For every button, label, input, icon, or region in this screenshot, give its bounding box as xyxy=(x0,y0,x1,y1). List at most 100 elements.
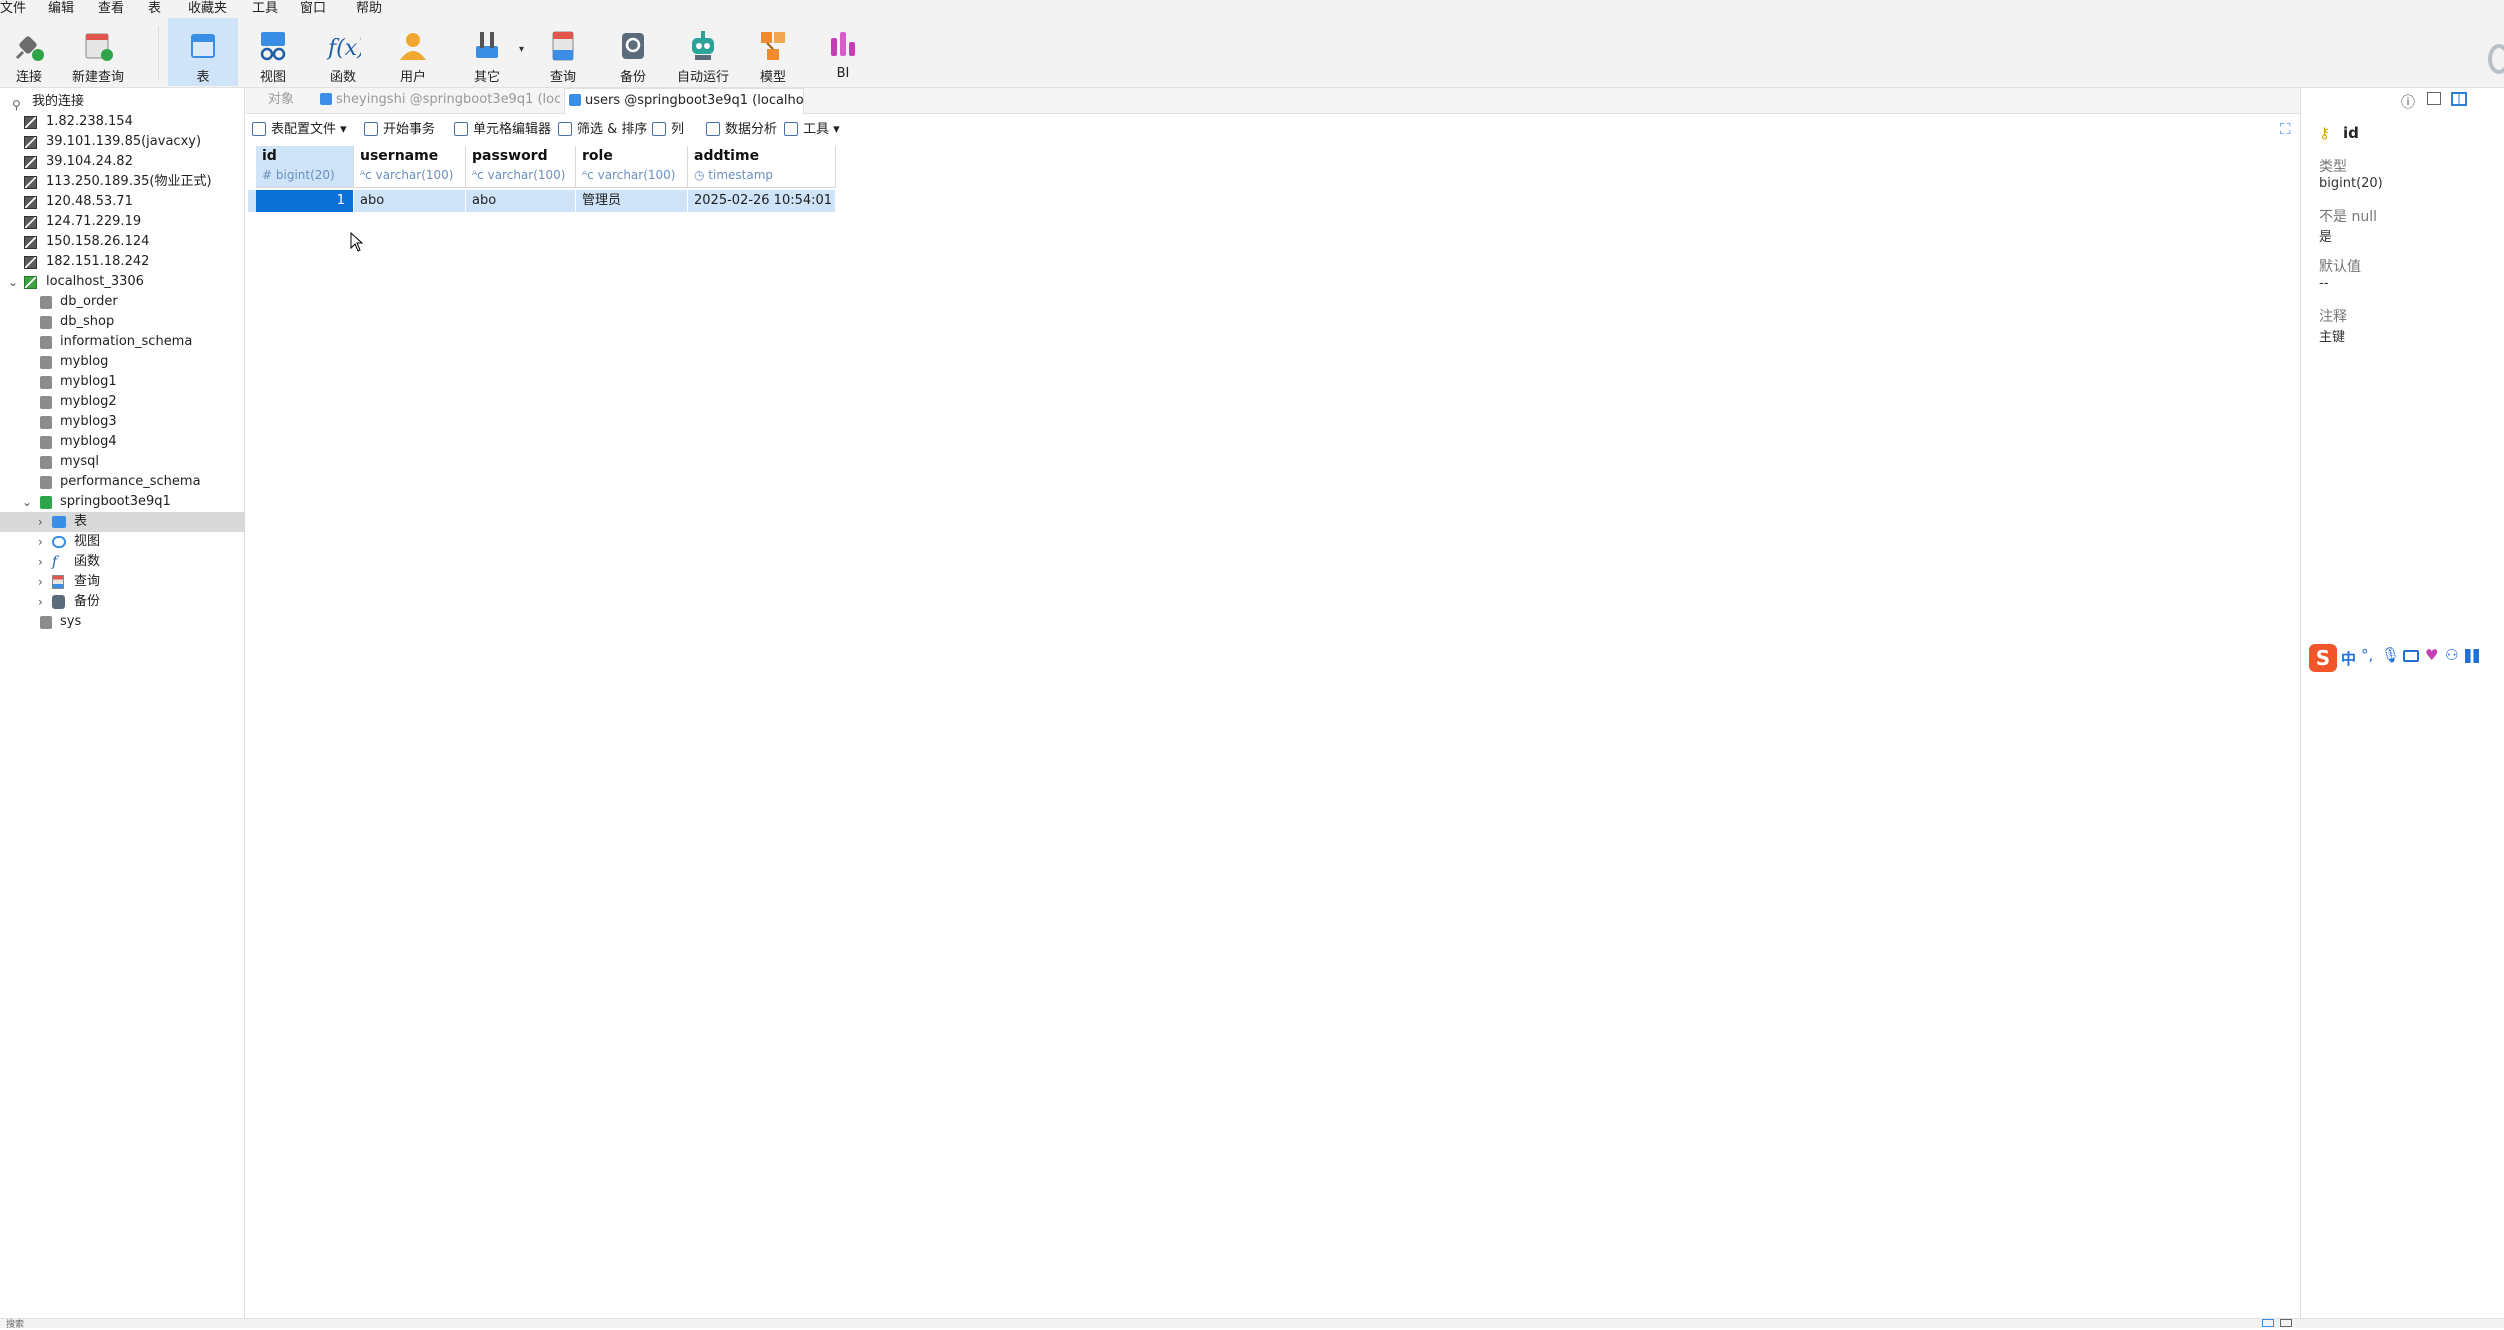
database-icon xyxy=(40,356,52,369)
table-profile-button[interactable]: 表配置文件 ▾ xyxy=(252,120,347,140)
chevron-down-icon[interactable]: ⌄ xyxy=(22,492,32,512)
toolbar-autorun-button[interactable]: 自动运行 xyxy=(668,18,738,86)
tree-database[interactable]: db_shop xyxy=(0,312,245,332)
keyboard-icon[interactable] xyxy=(2403,650,2419,662)
tree-database[interactable]: performance_schema xyxy=(0,472,245,492)
tree-connection[interactable]: 39.101.139.85(javacxy) xyxy=(0,132,245,152)
tree-database[interactable]: myblog3 xyxy=(0,412,245,432)
menu-file[interactable]: 文件 xyxy=(0,1,26,17)
tree-connection[interactable]: 1.82.238.154 xyxy=(0,112,245,132)
toolbar-query-button[interactable]: 查询 xyxy=(528,18,598,86)
table-cell-role[interactable]: 管理员 xyxy=(576,190,688,212)
table-cell-addtime[interactable]: 2025-02-26 10:54:01 xyxy=(688,190,836,212)
tree-connection-localhost[interactable]: ⌄ localhost_3306 xyxy=(0,272,245,292)
tree-node-functions[interactable]: › f 函数 xyxy=(0,552,245,572)
info-icon[interactable]: ⓘ xyxy=(2401,92,2415,112)
begin-transaction-button[interactable]: 开始事务 xyxy=(364,120,435,140)
data-analysis-button[interactable]: 数据分析 xyxy=(706,120,777,140)
menu-help[interactable]: 帮助 xyxy=(356,1,382,17)
clock-icon: ◷ xyxy=(694,168,709,182)
tree-database[interactable]: myblog1 xyxy=(0,372,245,392)
tree-database-open[interactable]: ⌄ springboot3e9q1 xyxy=(0,492,245,512)
tree-database[interactable]: myblog2 xyxy=(0,392,245,412)
column-header-addtime[interactable]: addtime ◷ timestamp xyxy=(688,146,836,188)
tab-users[interactable]: users @springboot3e9q1 (localhost_... xyxy=(564,88,804,114)
menu-edit[interactable]: 编辑 xyxy=(48,1,74,17)
tree-database[interactable]: mysql xyxy=(0,452,245,472)
tree-root-my-connections[interactable]: ⚲ 我的连接 xyxy=(0,92,245,112)
toolbar-bi-button[interactable]: BI xyxy=(808,18,878,86)
user-avatar[interactable] xyxy=(2488,44,2504,74)
tree-database[interactable]: myblog4 xyxy=(0,432,245,452)
cell-editor-button[interactable]: 单元格编辑器 xyxy=(454,120,551,140)
chevron-down-icon[interactable]: ⌄ xyxy=(8,272,18,292)
form-view-icon[interactable] xyxy=(2280,1319,2292,1327)
tree-connection[interactable]: 182.151.18.242 xyxy=(0,252,245,272)
skin-icon[interactable]: ♥ xyxy=(2425,646,2438,664)
grid-view-icon[interactable] xyxy=(2262,1319,2274,1327)
tools-button[interactable]: 工具 ▾ xyxy=(784,120,840,140)
tree-connection[interactable]: 39.104.24.82 xyxy=(0,152,245,172)
tree-database[interactable]: information_schema xyxy=(0,332,245,352)
tree-node-tables[interactable]: › 表 xyxy=(0,512,245,532)
chevron-down-icon[interactable]: ▾ xyxy=(519,44,524,55)
tree-database[interactable]: myblog xyxy=(0,352,245,372)
chevron-right-icon[interactable]: › xyxy=(38,532,43,552)
game-icon[interactable]: ⚇ xyxy=(2445,646,2458,664)
table-cell-username[interactable]: abo xyxy=(354,190,466,212)
column-header-role[interactable]: role ᴬc varchar(100) xyxy=(576,146,688,188)
toolbar-connect-button[interactable]: 连接 xyxy=(0,18,58,86)
database-icon xyxy=(40,336,52,349)
tree-node-queries[interactable]: › 查询 xyxy=(0,572,245,592)
tree-connection[interactable]: 120.48.53.71 xyxy=(0,192,245,212)
robot-icon xyxy=(692,31,714,60)
toolbar-function-button[interactable]: f(x) 函数 xyxy=(308,18,378,86)
tree-database[interactable]: db_order xyxy=(0,292,245,312)
server-icon xyxy=(24,216,37,229)
toolbar-model-button[interactable]: 模型 xyxy=(738,18,808,86)
chevron-right-icon[interactable]: › xyxy=(38,592,43,612)
filter-sort-button[interactable]: 筛选 & 排序 xyxy=(558,120,647,140)
toolbox-grid-icon[interactable] xyxy=(2465,649,2479,663)
menu-window[interactable]: 窗口 xyxy=(300,1,326,17)
toolbar-user-button[interactable]: 用户 xyxy=(378,18,448,86)
table-cell-password[interactable]: abo xyxy=(466,190,576,212)
column-header-password[interactable]: password ᴬc varchar(100) xyxy=(466,146,576,188)
column-header-id[interactable]: id # bigint(20) xyxy=(256,146,354,188)
toolbar-new-query-button[interactable]: 新建查询 xyxy=(62,18,134,86)
toolbar-table-button[interactable]: 表 xyxy=(168,18,238,86)
tree-node-backups[interactable]: › 备份 xyxy=(0,592,245,612)
table-cell-id[interactable]: 1 xyxy=(256,190,354,212)
ddl-view-icon[interactable] xyxy=(2427,92,2441,105)
sogou-logo-icon[interactable]: S xyxy=(2309,644,2337,672)
tree-node-views[interactable]: › 视图 xyxy=(0,532,245,552)
toolbar-other-button[interactable]: 其它 xyxy=(452,18,522,86)
ime-toolbar: S 中 °, 🎙 ♥ ⚇ xyxy=(2309,644,2504,674)
menu-view[interactable]: 查看 xyxy=(98,1,124,17)
tree-connection[interactable]: 113.250.189.35(物业正式) xyxy=(0,172,245,192)
chevron-right-icon[interactable]: › xyxy=(38,512,43,532)
tree-connection[interactable]: 124.71.229.19 xyxy=(0,212,245,232)
toolbar-view-button[interactable]: 视图 xyxy=(238,18,308,86)
panel-layout-icon[interactable] xyxy=(2451,92,2467,106)
fullscreen-icon[interactable]: ⛶ xyxy=(2280,120,2291,138)
punctuation-icon[interactable]: °, xyxy=(2361,646,2373,664)
search-input[interactable]: 搜索 xyxy=(6,1317,24,1330)
column-header-username[interactable]: username ᴬc varchar(100) xyxy=(354,146,466,188)
chevron-right-icon[interactable]: › xyxy=(38,552,43,572)
menu-table[interactable]: 表 xyxy=(148,1,161,17)
tab-objects[interactable]: 对象 xyxy=(268,88,294,114)
chevron-right-icon[interactable]: › xyxy=(38,572,43,592)
field-properties-panel: ⓘ ⚷ id 类型 bigint(20) 不是 null 是 默认值 -- 注释… xyxy=(2300,88,2504,1328)
tree-connection[interactable]: 150.158.26.124 xyxy=(0,232,245,252)
view-glasses-icon xyxy=(52,536,66,548)
toolbar-backup-button[interactable]: 备份 xyxy=(598,18,668,86)
ime-mode[interactable]: 中 xyxy=(2341,648,2356,669)
columns-button[interactable]: 列 xyxy=(652,120,684,140)
tree-database[interactable]: sys xyxy=(0,612,245,632)
menu-favorites[interactable]: 收藏夹 xyxy=(188,1,227,17)
tab-sheyingshi[interactable]: sheyingshi @springboot3e9q1 (local... xyxy=(320,88,560,114)
menu-tools[interactable]: 工具 xyxy=(252,1,278,17)
microphone-icon[interactable]: 🎙 xyxy=(2381,646,2400,664)
row-selector[interactable] xyxy=(248,190,256,212)
